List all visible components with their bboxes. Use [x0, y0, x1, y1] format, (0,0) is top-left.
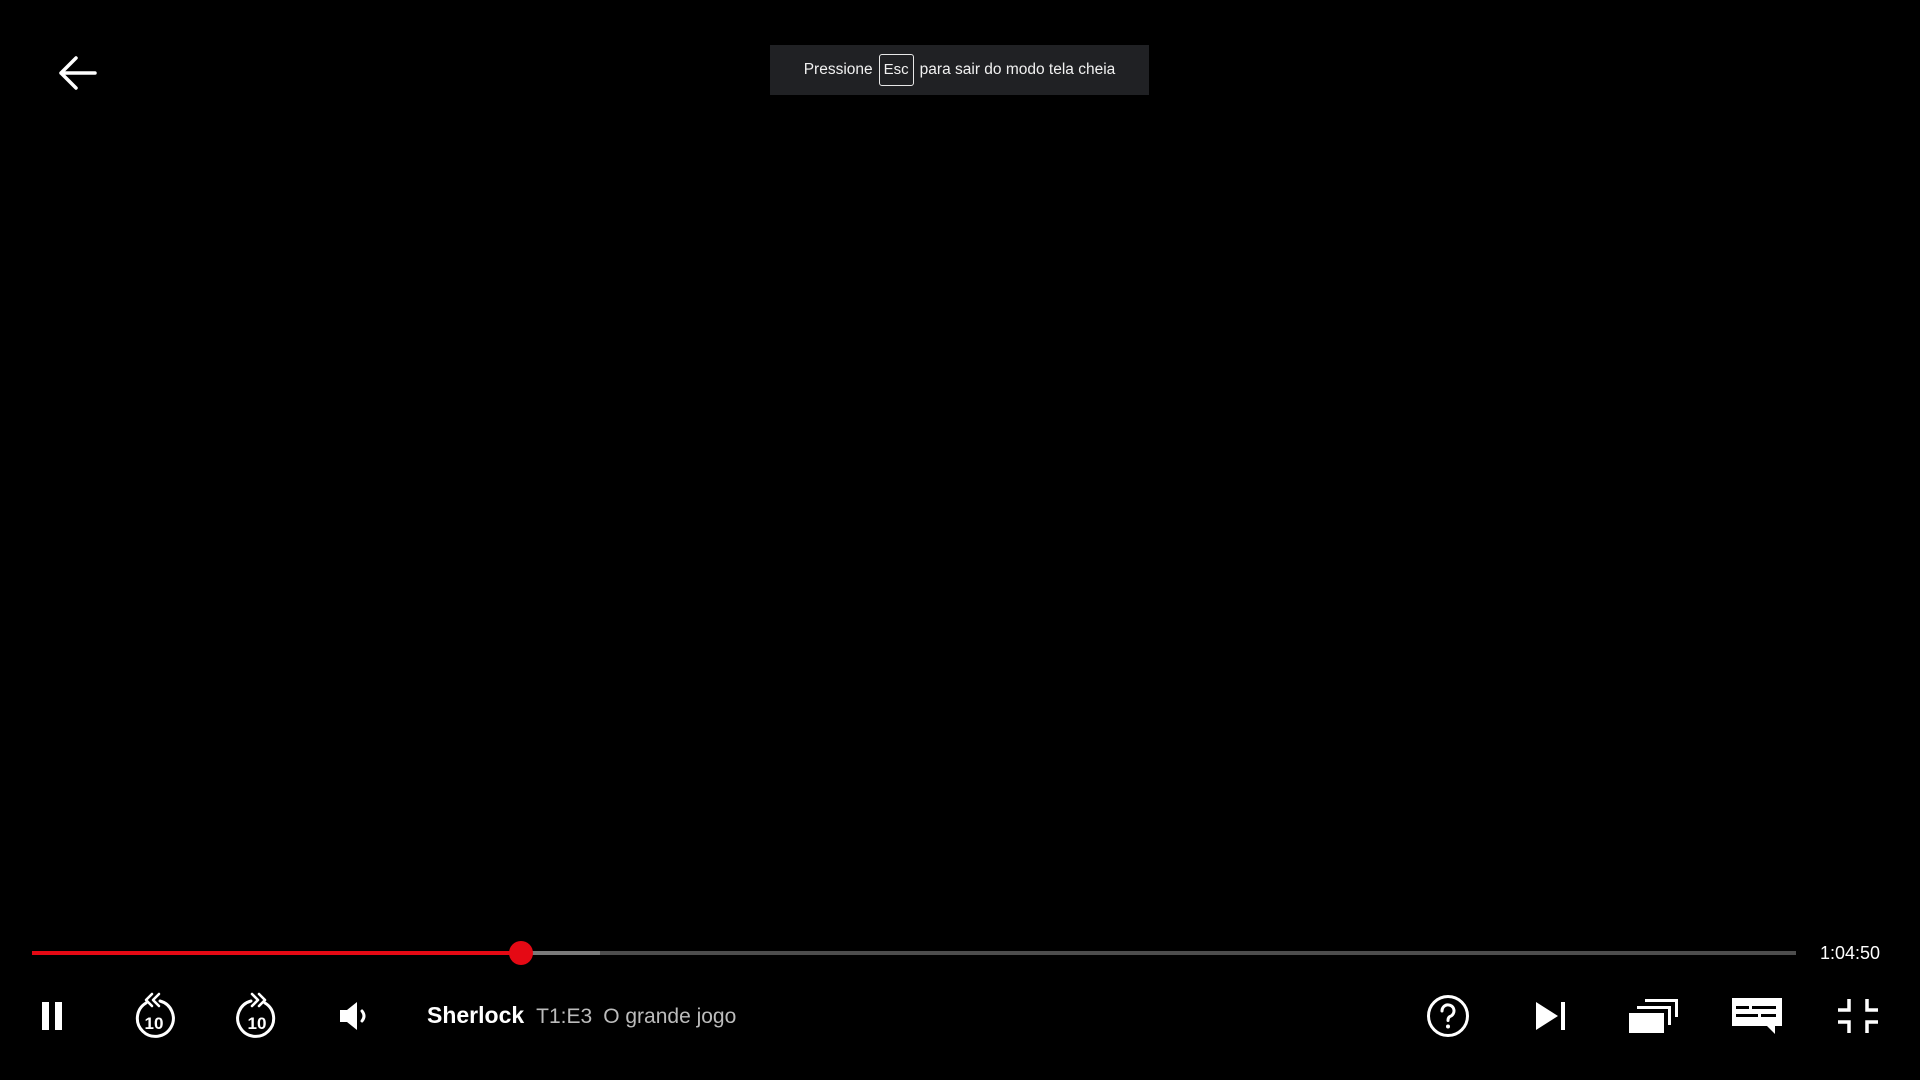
fullscreen-notice-after: para sair do modo tela cheia [919, 61, 1116, 78]
subtitles-audio-button[interactable] [1729, 990, 1785, 1042]
fullscreen-notice: Pressione Esc para sair do modo tela che… [770, 45, 1149, 95]
volume-button[interactable] [330, 990, 380, 1042]
back-button[interactable] [52, 50, 102, 96]
episodes-button[interactable] [1626, 990, 1682, 1042]
arrow-left-icon [59, 56, 97, 90]
exit-fullscreen-button[interactable] [1831, 990, 1885, 1042]
pause-icon [42, 1002, 62, 1030]
forward-seconds-label: 10 [248, 1014, 267, 1033]
now-playing-title: Sherlock T1:E3 O grande jogo [427, 1002, 736, 1029]
show-title: Sherlock [427, 1002, 525, 1028]
rewind-10-icon: 10 [135, 992, 175, 1038]
episode-title: O grande jogo [603, 1005, 737, 1028]
progress-scrubber-handle[interactable] [508, 941, 533, 965]
next-episode-icon [1536, 1002, 1565, 1030]
rewind-seconds-label: 10 [145, 1014, 164, 1033]
pause-button[interactable] [27, 990, 77, 1042]
fullscreen-notice-before: Pressione [803, 61, 873, 78]
next-episode-button[interactable] [1524, 990, 1578, 1042]
exit-fullscreen-icon [1838, 999, 1878, 1033]
rewind-10-button[interactable]: 10 [128, 990, 180, 1042]
forward-10-icon: 10 [236, 992, 276, 1038]
time-remaining: 1:04:50 [1820, 943, 1881, 963]
episode-number: T1:E3 [536, 1005, 593, 1028]
help-icon [1427, 995, 1469, 1037]
progress-played [32, 951, 521, 955]
forward-10-button[interactable]: 10 [231, 990, 283, 1042]
volume-icon [340, 1002, 366, 1030]
esc-key-badge: Esc [878, 54, 914, 86]
subtitles-icon [1732, 998, 1782, 1034]
progress-bar[interactable] [32, 941, 1796, 965]
episodes-stack-icon [1629, 999, 1678, 1033]
help-button[interactable] [1421, 990, 1475, 1042]
